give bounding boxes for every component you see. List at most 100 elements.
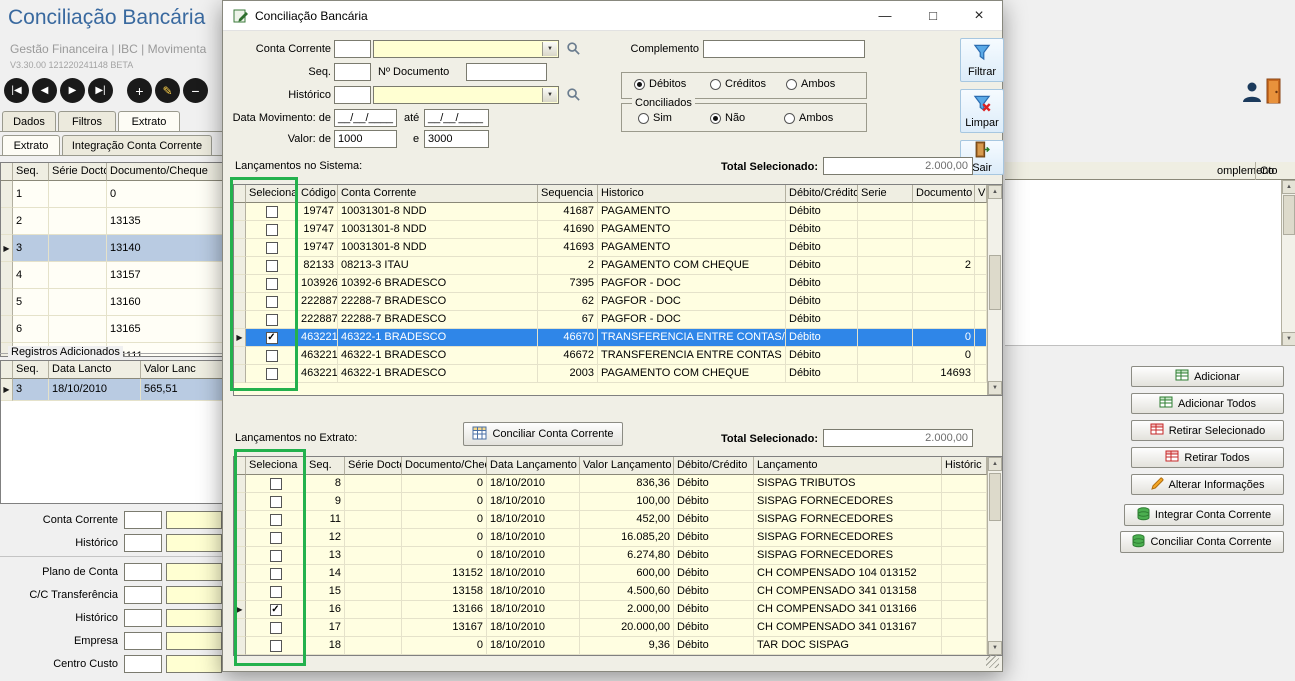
table-row[interactable]: 15 13158 18/10/2010 4.500,60 Débito CH C…	[234, 583, 987, 601]
table-row[interactable]: 222887 22288-7 BRADESCO 67 PAGFOR - DOC …	[234, 311, 987, 329]
cc-transferencia-code-input[interactable]	[124, 586, 162, 604]
adicionar-button[interactable]: Adicionar	[1131, 366, 1284, 387]
historico2-desc-input[interactable]	[166, 609, 222, 627]
scrollbar-thumb[interactable]	[989, 473, 1001, 521]
edit-record-button[interactable]: ✎	[155, 78, 180, 103]
resize-grip[interactable]	[986, 655, 999, 668]
data-movimento-ate-input[interactable]: __/__/____	[424, 109, 489, 127]
conta-corrente-search-button[interactable]	[564, 41, 582, 58]
cc-transferencia-desc-input[interactable]	[166, 586, 222, 604]
tab-dados[interactable]: Dados	[2, 111, 56, 131]
exit-button[interactable]	[1264, 78, 1286, 107]
valor-ate-input[interactable]: 3000	[424, 130, 489, 148]
table-row[interactable]: ▶ 3 18/10/2010 565,51	[1, 379, 223, 401]
retirar-todos-button[interactable]: Retirar Todos	[1131, 447, 1284, 468]
radio-conciliados-nao[interactable]: Não	[710, 112, 745, 124]
radio-debitos[interactable]: Débitos	[634, 78, 686, 90]
scroll-up-button[interactable]	[988, 185, 1002, 199]
row-checkbox[interactable]	[266, 206, 278, 218]
subtab-integracao-conta-corrente[interactable]: Integração Conta Corrente	[62, 135, 212, 155]
centro-custo-desc-input[interactable]	[166, 655, 222, 673]
table-row[interactable]: ▶ 463221 46322-1 BRADESCO 46670 TRANSFER…	[234, 329, 987, 347]
plano-de-conta-code-input[interactable]	[124, 563, 162, 581]
historico-code-input[interactable]	[334, 86, 371, 104]
row-checkbox[interactable]	[266, 242, 278, 254]
row-checkbox[interactable]	[270, 478, 282, 490]
maximize-button[interactable]: □	[911, 1, 955, 30]
row-checkbox[interactable]	[266, 350, 278, 362]
radio-conciliados-sim[interactable]: Sim	[638, 112, 672, 124]
vertical-scrollbar[interactable]	[987, 457, 1002, 655]
historico-search-button[interactable]	[564, 87, 582, 104]
filtrar-button[interactable]: Filtrar	[960, 38, 1004, 82]
nav-prev-button[interactable]: ◀	[32, 78, 57, 103]
scroll-down-button[interactable]	[988, 381, 1002, 395]
scrollbar-thumb[interactable]	[989, 255, 1001, 310]
row-checkbox[interactable]	[270, 568, 282, 580]
seq-input[interactable]	[334, 63, 371, 81]
conta-corrente-code-input[interactable]	[334, 40, 371, 58]
table-row[interactable]: 1 0	[1, 181, 223, 208]
chevron-down-icon[interactable]	[542, 88, 557, 102]
table-row[interactable]: 19747 10031301-8 NDD 41690 PAGAMENTO Déb…	[234, 221, 987, 239]
minimize-button[interactable]: —	[863, 1, 907, 30]
row-checkbox[interactable]	[266, 260, 278, 272]
table-row[interactable]: ▶ 16 13166 18/10/2010 2.000,00 Débito CH…	[234, 601, 987, 619]
row-checkbox[interactable]	[270, 496, 282, 508]
radio-ambos[interactable]: Ambos	[786, 78, 835, 90]
row-checkbox[interactable]	[270, 640, 282, 652]
row-checkbox[interactable]	[270, 622, 282, 634]
table-row[interactable]: 8 0 18/10/2010 836,36 Débito SISPAG TRIB…	[234, 475, 987, 493]
alterar-informacoes-button[interactable]: Alterar Informações	[1131, 474, 1284, 495]
close-button[interactable]: ×	[957, 1, 1001, 30]
centro-custo-code-input[interactable]	[124, 655, 162, 673]
delete-record-button[interactable]: −	[183, 78, 208, 103]
conciliar-conta-corrente-button[interactable]: Conciliar Conta Corrente	[1120, 531, 1284, 553]
table-row[interactable]: 18 0 18/10/2010 9,36 Débito TAR DOC SISP…	[234, 637, 987, 655]
table-row[interactable]: 19747 10031301-8 NDD 41687 PAGAMENTO Déb…	[234, 203, 987, 221]
historico-combo[interactable]	[373, 86, 559, 104]
table-row[interactable]: 6 13165	[1, 316, 223, 343]
adicionar-todos-button[interactable]: Adicionar Todos	[1131, 393, 1284, 414]
nav-first-button[interactable]: |◀	[4, 78, 29, 103]
complemento-input[interactable]	[703, 40, 865, 58]
nav-next-button[interactable]: ▶	[60, 78, 85, 103]
chevron-down-icon[interactable]	[542, 42, 557, 56]
vertical-scrollbar[interactable]	[987, 185, 1002, 395]
scroll-up-button[interactable]	[1282, 180, 1295, 194]
row-checkbox[interactable]	[270, 514, 282, 526]
scroll-up-button[interactable]	[988, 457, 1002, 471]
tab-extrato[interactable]: Extrato	[118, 111, 180, 131]
vertical-scrollbar[interactable]	[1281, 180, 1295, 346]
retirar-selecionado-button[interactable]: Retirar Selecionado	[1131, 420, 1284, 441]
row-checkbox[interactable]	[266, 332, 278, 344]
row-checkbox[interactable]	[266, 368, 278, 380]
integrar-conta-corrente-button[interactable]: Integrar Conta Corrente	[1124, 504, 1284, 526]
table-row[interactable]: 11 0 18/10/2010 452,00 Débito SISPAG FOR…	[234, 511, 987, 529]
table-row[interactable]: 9 0 18/10/2010 100,00 Débito SISPAG FORN…	[234, 493, 987, 511]
conciliar-conta-corrente-button[interactable]: Conciliar Conta Corrente	[463, 422, 623, 446]
table-row[interactable]: ▶ 3 13140	[1, 235, 223, 262]
table-row[interactable]: 103926 10392-6 BRADESCO 7395 PAGFOR - DO…	[234, 275, 987, 293]
historico2-code-input[interactable]	[124, 609, 162, 627]
conta-corrente-code-input[interactable]	[124, 511, 162, 529]
scrollbar-thumb[interactable]	[1283, 195, 1295, 235]
table-row[interactable]: 222887 22288-7 BRADESCO 62 PAGFOR - DOC …	[234, 293, 987, 311]
conta-corrente-combo[interactable]	[373, 40, 559, 58]
table-row[interactable]: 463221 46322-1 BRADESCO 2003 PAGAMENTO C…	[234, 365, 987, 383]
tab-filtros[interactable]: Filtros	[58, 111, 116, 131]
table-row[interactable]: 17 13167 18/10/2010 20.000,00 Débito CH …	[234, 619, 987, 637]
limpar-button[interactable]: Limpar	[960, 89, 1004, 133]
table-row[interactable]: 4 13157	[1, 262, 223, 289]
row-checkbox[interactable]	[270, 532, 282, 544]
table-row[interactable]: 19747 10031301-8 NDD 41693 PAGAMENTO Déb…	[234, 239, 987, 257]
subtab-extrato[interactable]: Extrato	[2, 135, 60, 155]
row-checkbox[interactable]	[266, 296, 278, 308]
add-record-button[interactable]: +	[127, 78, 152, 103]
scroll-down-button[interactable]	[1282, 332, 1295, 346]
user-button[interactable]	[1241, 80, 1263, 107]
radio-creditos[interactable]: Créditos	[710, 78, 766, 90]
table-row[interactable]: 13 0 18/10/2010 6.274,80 Débito SISPAG F…	[234, 547, 987, 565]
plano-de-conta-desc-input[interactable]	[166, 563, 222, 581]
row-checkbox[interactable]	[270, 550, 282, 562]
